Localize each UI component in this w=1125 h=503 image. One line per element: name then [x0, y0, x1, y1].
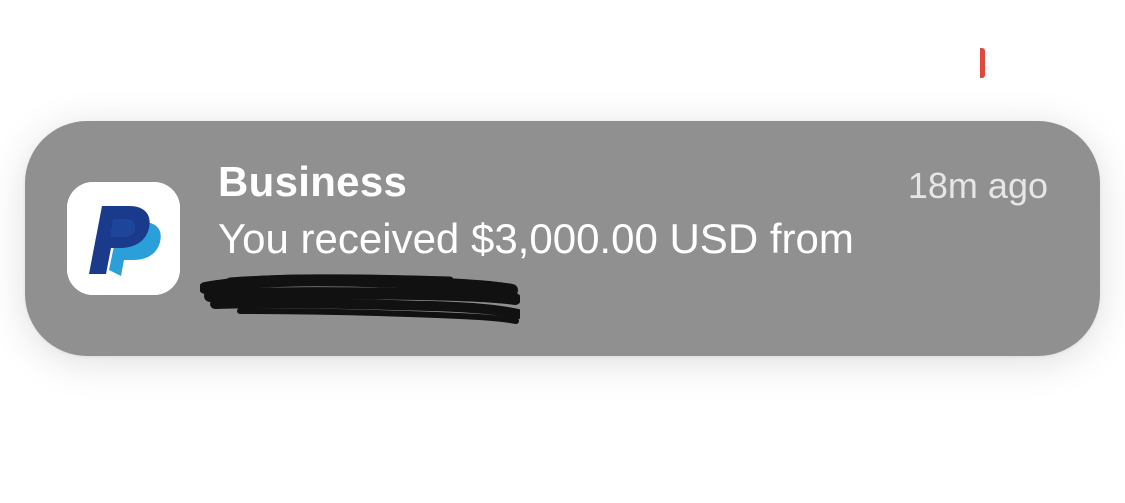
paypal-icon [67, 182, 180, 295]
notification-timestamp: 18m ago [907, 165, 1048, 206]
notification-message: You received $3,000.00 USD from [218, 215, 854, 262]
notification-app-name: Business [218, 158, 408, 205]
edge-indicator [980, 48, 985, 78]
lock-screen: Business 18m ago You received $3,000.00 … [0, 0, 1125, 503]
notification-banner[interactable]: Business 18m ago You received $3,000.00 … [25, 121, 1100, 356]
redaction-scribble [200, 266, 520, 326]
